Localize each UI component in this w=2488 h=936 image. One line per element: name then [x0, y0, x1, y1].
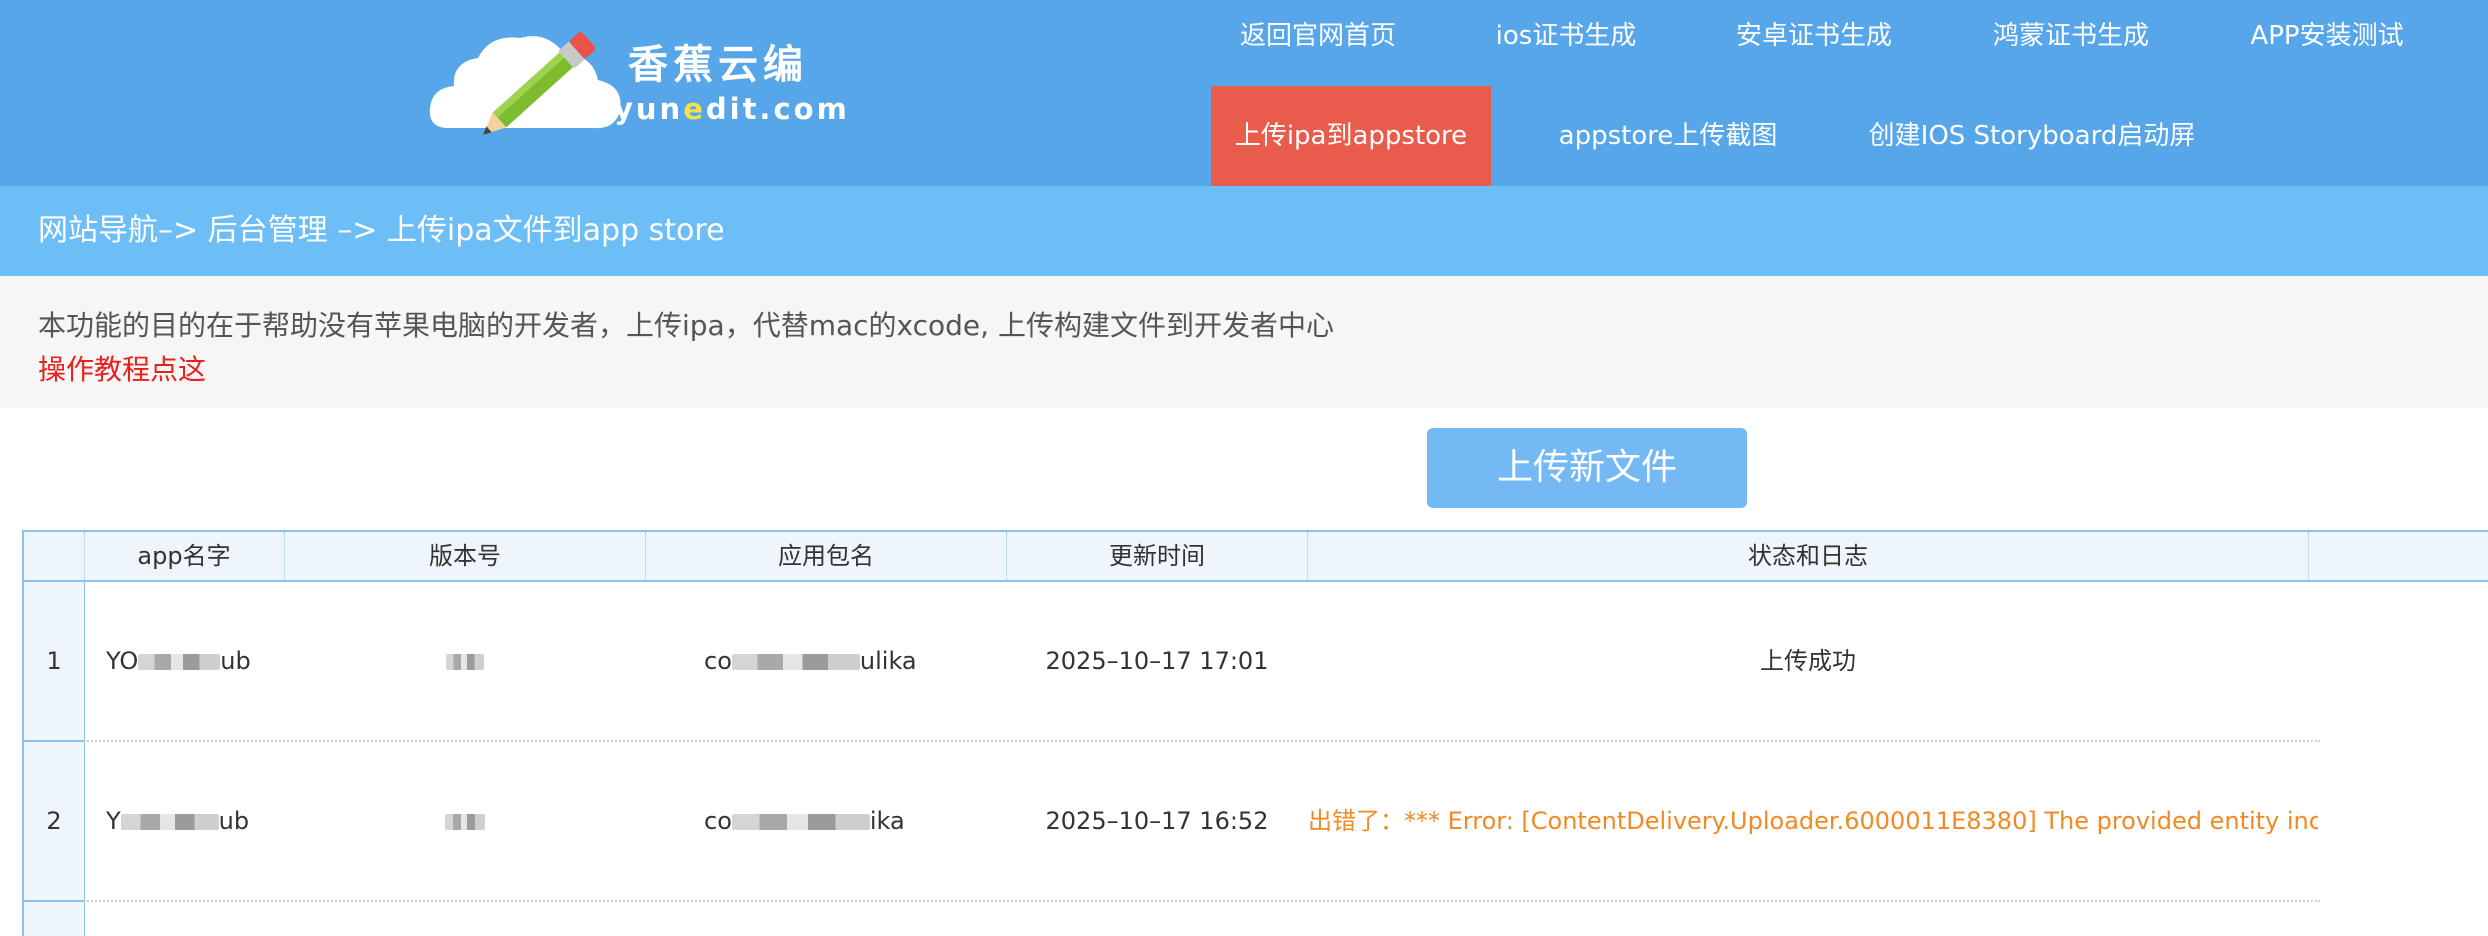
- redacted-mark: [731, 814, 870, 830]
- logo-domain-part: yun: [614, 92, 684, 126]
- version-cell: [285, 742, 645, 900]
- redacted-mark: [445, 814, 485, 830]
- updated-cell: 2025–10–17 17:01: [1045, 647, 1269, 675]
- package-end: ika: [869, 807, 905, 835]
- header-version: 版本号: [285, 532, 646, 580]
- app-name-end: ub: [220, 647, 251, 675]
- site-logo[interactable]: 香蕉云编 yunedit.com: [428, 28, 847, 138]
- nav-upload-screenshots[interactable]: appstore上传截图: [1548, 86, 1788, 186]
- redacted-mark: [120, 814, 219, 830]
- redacted-mark: [731, 654, 860, 670]
- row-index: 2: [46, 807, 62, 835]
- breadcrumb: 网站导航–> 后台管理 –> 上传ipa文件到app store: [0, 186, 2488, 276]
- version-cell: [285, 582, 645, 740]
- logo-title: 香蕉云编: [628, 42, 808, 88]
- nav-app-install[interactable]: APP安装测试: [2232, 0, 2422, 72]
- app-name-cell: Yub: [106, 742, 286, 900]
- row-index: 1: [46, 647, 62, 675]
- description-panel: 本功能的目的在于帮助没有苹果电脑的开发者，上传ipa，代替mac的xcode, …: [0, 276, 2488, 408]
- app-name-start: YO: [106, 647, 139, 675]
- index-header: [24, 532, 85, 580]
- index-divider: [24, 900, 84, 902]
- nav-ios-cert[interactable]: ios证书生成: [1470, 0, 1662, 72]
- site-header: 香蕉云编 yunedit.com 返回官网首页 ios证书生成 安卓证书生成 鸿…: [0, 0, 2488, 186]
- updated-cell: 2025–10–17 16:52: [1045, 807, 1269, 835]
- header-updated: 更新时间: [1007, 532, 1308, 580]
- logo-domain-highlight: e: [683, 92, 706, 126]
- row-divider: [84, 900, 2320, 902]
- uploads-table: app名字 版本号 应用包名 更新时间 状态和日志 1 YO ub co ulika…: [22, 530, 2488, 936]
- tutorial-link[interactable]: 操作教程点这: [38, 348, 206, 388]
- upload-new-file-button[interactable]: 上传新文件: [1427, 428, 1747, 508]
- nav-upload-ipa[interactable]: 上传ipa到appstore: [1211, 86, 1491, 186]
- package-start: co: [704, 807, 732, 835]
- redacted-mark: [138, 654, 221, 670]
- header-app-name: app名字: [84, 532, 285, 580]
- status-cell: 上传成功: [1760, 647, 1856, 675]
- nav-home[interactable]: 返回官网首页: [1222, 0, 1414, 72]
- package-cell: co ika: [704, 742, 1004, 900]
- package-start: co: [704, 647, 732, 675]
- breadcrumb-text: 网站导航–> 后台管理 –> 上传ipa文件到app store: [38, 213, 725, 248]
- table-row[interactable]: 1 YO ub co ulika 2025–10–17 17:01 上传成功: [24, 582, 2488, 740]
- header-status: 状态和日志: [1308, 532, 2309, 580]
- package-end: ulika: [859, 647, 917, 675]
- status-cell: 出错了：*** Error: [ContentDelivery.Uploader…: [1308, 807, 2318, 835]
- app-name-end: ub: [218, 807, 250, 835]
- table-header: app名字 版本号 应用包名 更新时间 状态和日志: [24, 532, 2488, 582]
- app-name-start: Y: [106, 807, 121, 835]
- table-row[interactable]: 2 Yub co ika 2025–10–17 16:52 出错了：*** Err…: [24, 742, 2488, 900]
- package-cell: co ulika: [704, 582, 1004, 740]
- nav-harmony-cert[interactable]: 鸿蒙证书生成: [1966, 0, 2176, 72]
- cloud-pencil-logo-icon: [429, 31, 621, 135]
- nav-android-cert[interactable]: 安卓证书生成: [1716, 0, 1912, 72]
- logo-domain: yunedit.com: [614, 92, 850, 126]
- redacted-mark: [446, 654, 484, 670]
- app-name-cell: YO ub: [106, 582, 286, 740]
- description-text: 本功能的目的在于帮助没有苹果电脑的开发者，上传ipa，代替mac的xcode, …: [38, 309, 1334, 342]
- logo-domain-part: dit.com: [705, 92, 850, 126]
- nav-storyboard[interactable]: 创建IOS Storyboard启动屏: [1862, 86, 2202, 186]
- header-package: 应用包名: [646, 532, 1007, 580]
